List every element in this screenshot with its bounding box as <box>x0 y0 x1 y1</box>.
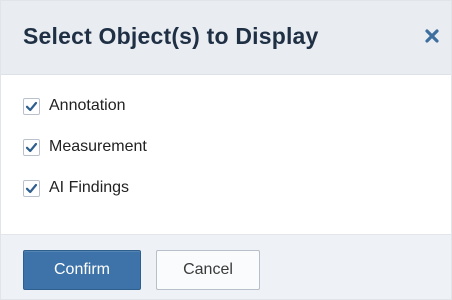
object-options-list: Annotation Measurement AI Findings <box>23 94 147 217</box>
option-annotation[interactable]: Annotation <box>23 94 147 118</box>
annotation-checkbox[interactable] <box>23 97 40 115</box>
checkmark-icon <box>25 142 38 152</box>
cancel-button[interactable]: Cancel <box>156 250 260 290</box>
option-ai-findings[interactable]: AI Findings <box>23 176 147 200</box>
checkmark-icon <box>25 183 38 193</box>
measurement-checkbox[interactable] <box>23 138 40 156</box>
ai-findings-label: AI Findings <box>49 179 130 196</box>
measurement-label: Measurement <box>49 138 147 155</box>
dialog-title: Select Object(s) to Display <box>23 23 319 49</box>
checkmark-icon <box>25 101 38 111</box>
close-icon[interactable] <box>422 26 442 46</box>
dialog-header: Select Object(s) to Display <box>1 1 451 75</box>
ai-findings-checkbox[interactable] <box>23 179 40 197</box>
option-measurement[interactable]: Measurement <box>23 135 147 159</box>
annotation-label: Annotation <box>49 97 126 114</box>
confirm-button[interactable]: Confirm <box>23 250 141 290</box>
select-objects-dialog: Select Object(s) to Display Annotation M… <box>0 0 452 300</box>
